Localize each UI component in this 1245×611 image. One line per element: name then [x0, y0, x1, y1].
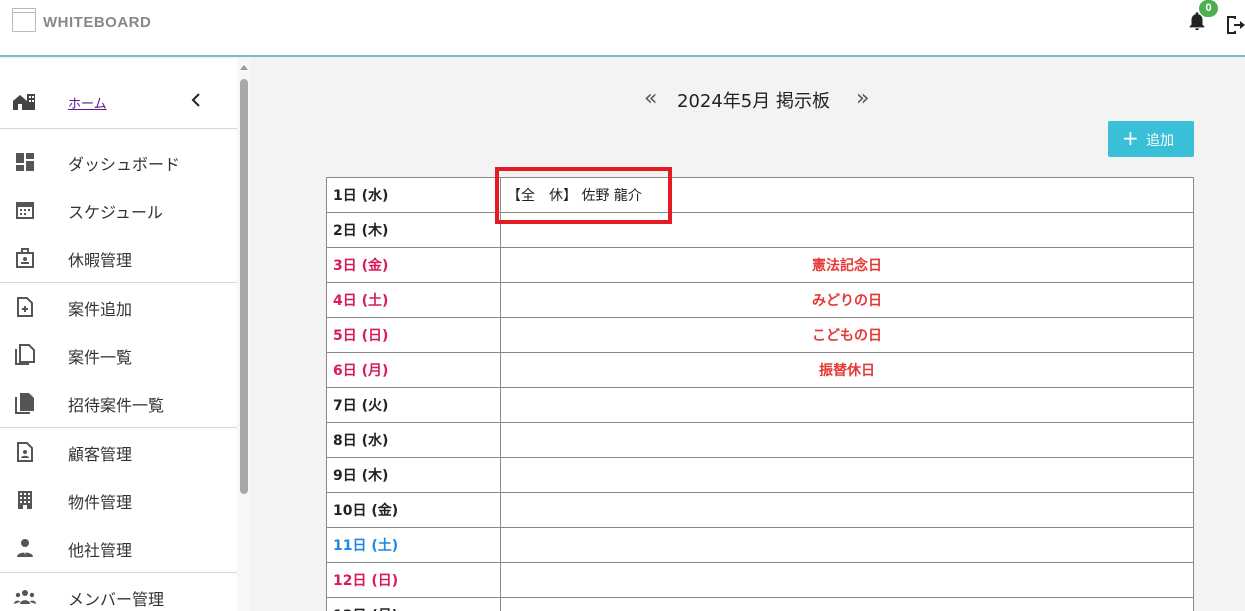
table-row: 8日 (水) [326, 422, 1194, 458]
table-row: 9日 (木) [326, 457, 1194, 493]
sidebar-item-label: 物件管理 [68, 493, 133, 512]
holiday-cell[interactable]: みどりの日 [500, 282, 1194, 318]
sidebar-item-case-list[interactable]: 案件一覧 [0, 330, 237, 378]
table-row: 4日 (土) みどりの日 [326, 282, 1194, 318]
holiday-cell[interactable]: こどもの日 [500, 317, 1194, 353]
event-cell[interactable]: 【全 休】 佐野 龍介 [500, 177, 1194, 213]
day-cell[interactable]: 7日 (火) [326, 387, 501, 423]
table-row: 10日 (金) [326, 492, 1194, 528]
sidebar-home-row[interactable]: ホーム [0, 69, 237, 129]
event-cell[interactable] [500, 457, 1194, 493]
sidebar-item-label: 案件一覧 [68, 348, 133, 367]
day-cell[interactable]: 1日 (水) [326, 177, 501, 213]
sidebar-item-label: 案件追加 [68, 300, 133, 319]
vacation-icon [16, 248, 34, 268]
person-icon [17, 539, 33, 557]
logout-icon[interactable] [1225, 14, 1245, 36]
sidebar-item-invited-cases[interactable]: 招待案件一覧 [0, 378, 237, 426]
holiday-cell[interactable]: 憲法記念日 [500, 247, 1194, 283]
sidebar-item-schedule[interactable]: スケジュール [0, 185, 237, 233]
event-cell[interactable] [500, 212, 1194, 248]
notification-badge: 0 [1199, 0, 1218, 17]
page-title: 2024年5月 掲示板 [677, 91, 830, 112]
day-cell[interactable]: 8日 (水) [326, 422, 501, 458]
day-cell[interactable]: 4日 (土) [326, 282, 501, 318]
sidebar-item-properties[interactable]: 物件管理 [0, 475, 237, 523]
day-cell[interactable]: 11日 (土) [326, 527, 501, 563]
calendar-icon [16, 202, 34, 219]
month-navigation: « 2024年5月 掲示板 » [640, 84, 880, 112]
chevron-left-icon[interactable] [188, 91, 204, 109]
scrollbar-thumb[interactable] [240, 79, 248, 494]
table-row: 2日 (木) [326, 212, 1194, 248]
sidebar-item-label: 顧客管理 [68, 445, 133, 464]
add-button-label: 追加 [1146, 133, 1174, 149]
day-cell[interactable]: 5日 (日) [326, 317, 501, 353]
dashboard-icon [16, 153, 34, 171]
sidebar: ホーム ダッシュボード スケジュール 休暇管理 案件追加 案件一覧 招待案件一覧… [0, 59, 251, 611]
event-cell[interactable] [500, 492, 1194, 528]
day-cell[interactable]: 3日 (金) [326, 247, 501, 283]
bulletin-board-table: 1日 (水) 【全 休】 佐野 龍介 2日 (木) 3日 (金) 憲法記念日 4… [326, 177, 1194, 611]
plus-icon: + [1122, 126, 1139, 150]
sidebar-item-vacation[interactable]: 休暇管理 [0, 233, 237, 281]
holiday-cell[interactable]: 振替休日 [500, 352, 1194, 388]
day-cell[interactable]: 12日 (日) [326, 562, 501, 598]
day-cell[interactable]: 2日 (木) [326, 212, 501, 248]
sidebar-scrollbar[interactable] [237, 59, 251, 611]
event-cell[interactable] [500, 562, 1194, 598]
sidebar-item-dashboard[interactable]: ダッシュボード [0, 137, 237, 185]
add-button[interactable]: + 追加 [1108, 121, 1194, 157]
event-cell[interactable] [500, 597, 1194, 611]
day-cell[interactable]: 10日 (金) [326, 492, 501, 528]
sidebar-item-label: 休暇管理 [68, 251, 133, 270]
day-cell[interactable]: 6日 (月) [326, 352, 501, 388]
invited-file-icon [15, 393, 34, 414]
home-link[interactable]: ホーム [68, 93, 107, 112]
sidebar-item-label: 招待案件一覧 [68, 396, 165, 415]
members-icon [14, 590, 36, 604]
event-cell[interactable] [500, 387, 1194, 423]
sidebar-item-add-case[interactable]: 案件追加 [0, 282, 237, 330]
scroll-up-arrow-icon[interactable] [240, 65, 248, 70]
customer-icon [17, 442, 33, 462]
app-title: WHITEBOARD [43, 13, 152, 31]
sidebar-item-other-companies[interactable]: 他社管理 [0, 523, 237, 571]
app-logo[interactable]: WHITEBOARD [12, 8, 151, 32]
sidebar-item-label: ダッシュボード [68, 155, 181, 174]
day-cell[interactable]: 13日 (月) [326, 597, 501, 611]
add-file-icon [17, 297, 33, 317]
table-row: 6日 (月) 振替休日 [326, 352, 1194, 388]
building-icon [18, 491, 32, 509]
table-row: 7日 (火) [326, 387, 1194, 423]
sidebar-item-label: スケジュール [68, 203, 163, 222]
sidebar-item-customers[interactable]: 顧客管理 [0, 427, 237, 475]
prev-month-button[interactable]: « [644, 86, 657, 111]
table-row: 1日 (水) 【全 休】 佐野 龍介 [326, 177, 1194, 213]
event-cell[interactable] [500, 422, 1194, 458]
sidebar-item-label: メンバー管理 [68, 590, 165, 609]
whiteboard-logo-icon [12, 8, 36, 32]
table-row: 5日 (日) こどもの日 [326, 317, 1194, 353]
sidebar-item-members[interactable]: メンバー管理 [0, 572, 237, 611]
home-building-icon [13, 94, 35, 110]
file-list-icon [15, 344, 35, 365]
top-header: WHITEBOARD 0 [0, 0, 1245, 57]
table-row: 12日 (日) [326, 562, 1194, 598]
table-row: 11日 (土) [326, 527, 1194, 563]
sidebar-item-label: 他社管理 [68, 541, 133, 560]
event-cell[interactable] [500, 527, 1194, 563]
table-row: 3日 (金) 憲法記念日 [326, 247, 1194, 283]
next-month-button[interactable]: » [856, 86, 869, 111]
table-row: 13日 (月) [326, 597, 1194, 611]
day-cell[interactable]: 9日 (木) [326, 457, 501, 493]
